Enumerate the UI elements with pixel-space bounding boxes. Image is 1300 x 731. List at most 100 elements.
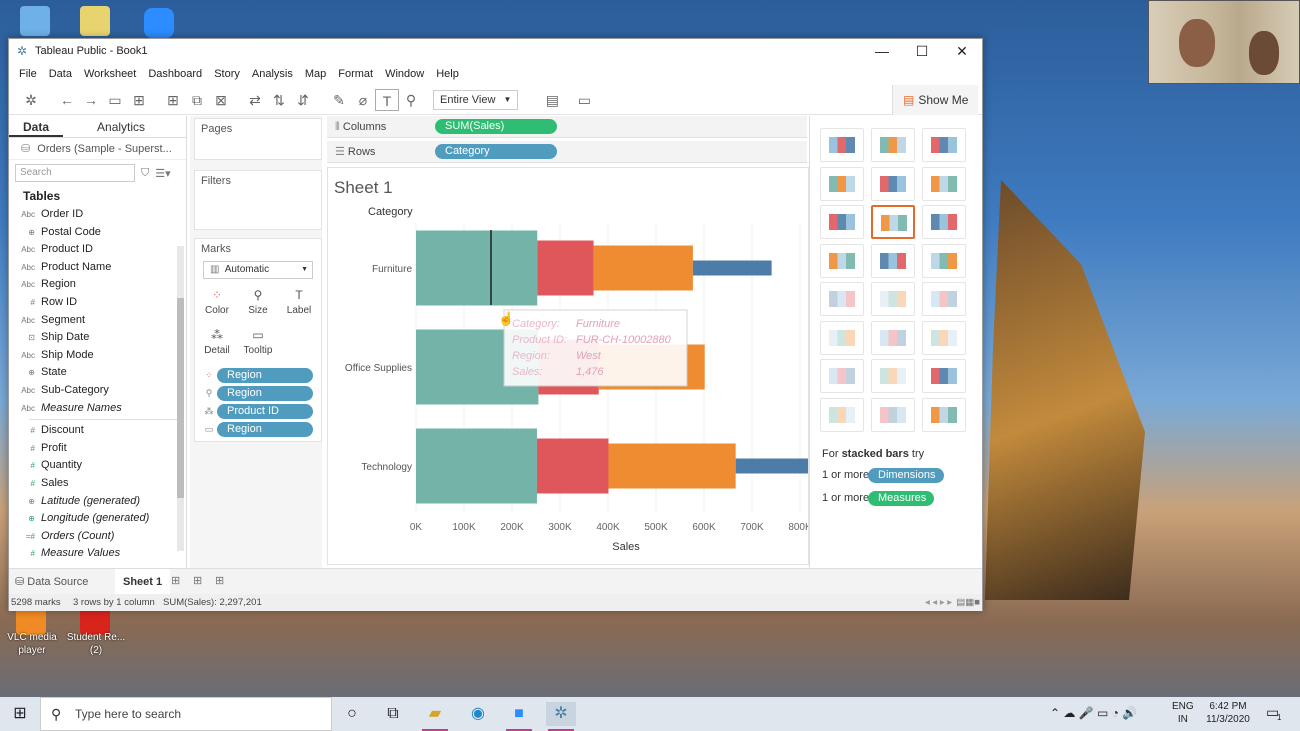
- menu-dashboard[interactable]: Dashboard: [142, 68, 208, 80]
- file-explorer-icon[interactable]: ▰: [420, 702, 450, 731]
- data-pane-scrollbar[interactable]: [177, 246, 184, 551]
- zoom-desktop-icon[interactable]: [144, 8, 174, 38]
- dimension-field[interactable]: ⊕ State: [9, 364, 186, 382]
- view-options-icon[interactable]: ☰▾: [155, 167, 170, 180]
- edge-browser-icon[interactable]: ◉: [463, 702, 493, 726]
- filter-icon[interactable]: ⛉: [141, 167, 149, 180]
- dimension-field[interactable]: Abc Product Name: [9, 259, 186, 277]
- chart-type-option[interactable]: [820, 128, 864, 162]
- new-story-tab-icon[interactable]: ⊞: [215, 574, 224, 587]
- filters-card[interactable]: Filters: [194, 170, 322, 230]
- language-indicator[interactable]: ENG IN: [1172, 700, 1194, 726]
- measure-field[interactable]: =# Orders (Count): [9, 528, 186, 546]
- dimension-field[interactable]: Abc Ship Mode: [9, 347, 186, 365]
- measure-field[interactable]: # Discount: [9, 422, 186, 440]
- close-button[interactable]: ✕: [942, 39, 982, 63]
- chart-type-option[interactable]: [922, 166, 966, 201]
- measure-field[interactable]: # Sales: [9, 475, 186, 493]
- chart-type-option[interactable]: [820, 166, 864, 201]
- pin-icon[interactable]: ⚲: [399, 89, 423, 111]
- new-worksheet-tab-icon[interactable]: ⊞: [171, 574, 180, 587]
- measure-field[interactable]: ⊕ Longitude (generated): [9, 510, 186, 528]
- rows-shelf[interactable]: ☰ Rows Category: [327, 141, 807, 163]
- color-button[interactable]: ⁘ Color: [199, 285, 235, 323]
- chart-type-option[interactable]: [820, 397, 864, 432]
- mark-type-dropdown[interactable]: ▥ Automatic ▼: [203, 261, 313, 279]
- dimension-field[interactable]: ⊡ Ship Date: [9, 329, 186, 347]
- system-tray-icons[interactable]: ⌃ ☁ 🎤 ▭ ◔ 🔊: [1050, 706, 1137, 720]
- show-labels-icon[interactable]: T: [375, 88, 399, 111]
- chart-type-option[interactable]: [871, 243, 915, 278]
- color-region-pill[interactable]: Region: [217, 368, 313, 383]
- scrollbar-thumb[interactable]: [177, 298, 184, 498]
- redo-icon[interactable]: →: [79, 89, 103, 111]
- datasource-item[interactable]: ⛁ Orders (Sample - Superst...: [9, 138, 186, 160]
- pages-card[interactable]: Pages: [194, 118, 322, 160]
- bar-segment[interactable]: [416, 428, 537, 504]
- chart-type-option[interactable]: [871, 320, 915, 355]
- duplicate-sheet-icon[interactable]: ⧉: [185, 89, 209, 111]
- windows-start-icon[interactable]: ⊞: [5, 702, 35, 726]
- tab-analytics[interactable]: Analytics: [63, 116, 159, 137]
- chart-type-option[interactable]: [820, 205, 864, 239]
- task-view-icon[interactable]: ⧉: [378, 702, 408, 726]
- columns-shelf[interactable]: ⦀ Columns SUM(Sales): [327, 116, 807, 138]
- undo-icon[interactable]: ←: [55, 89, 79, 111]
- tableau-taskbar-icon[interactable]: ✲: [546, 702, 576, 731]
- dimension-field[interactable]: Abc Region: [9, 276, 186, 294]
- tooltip-region-pill[interactable]: Region: [217, 422, 313, 437]
- sheet1-tab[interactable]: Sheet 1: [115, 569, 171, 595]
- menu-worksheet[interactable]: Worksheet: [78, 68, 142, 80]
- chart-type-option[interactable]: [922, 128, 966, 162]
- new-worksheet-icon[interactable]: ⊞: [161, 89, 185, 111]
- sort-ascending-icon[interactable]: ⇅: [267, 89, 291, 111]
- file-desktop-icon[interactable]: [80, 6, 110, 36]
- menu-help[interactable]: Help: [430, 68, 465, 80]
- menu-analysis[interactable]: Analysis: [246, 68, 299, 80]
- dimension-field[interactable]: Abc Measure Names: [9, 400, 186, 418]
- bar-segment[interactable]: [537, 240, 594, 296]
- menu-file[interactable]: File: [13, 68, 43, 80]
- data-source-tab[interactable]: ⛁ Data Source: [15, 575, 88, 588]
- dimension-field[interactable]: Abc Sub-Category: [9, 382, 186, 400]
- chart-type-option[interactable]: [922, 205, 966, 239]
- sum-sales-pill[interactable]: SUM(Sales): [435, 119, 557, 134]
- new-dashboard-tab-icon[interactable]: ⊞: [193, 574, 202, 587]
- measure-field[interactable]: ⊕ Latitude (generated): [9, 493, 186, 511]
- zoom-taskbar-icon[interactable]: ■: [504, 702, 534, 731]
- clear-sheet-icon[interactable]: ⊠: [209, 89, 233, 111]
- size-region-pill[interactable]: Region: [217, 386, 313, 401]
- dimension-field[interactable]: Abc Product ID: [9, 241, 186, 259]
- swap-icon[interactable]: ⇄: [243, 89, 267, 111]
- dimension-field[interactable]: Abc Order ID: [9, 206, 186, 224]
- measure-field[interactable]: # Quantity: [9, 457, 186, 475]
- taskbar-search[interactable]: ⚲ Type here to search: [40, 697, 332, 731]
- chart-type-option[interactable]: [871, 128, 915, 162]
- chart-type-option[interactable]: [922, 397, 966, 432]
- chart-type-option[interactable]: [871, 359, 915, 393]
- computer-desktop-icon[interactable]: [20, 6, 50, 36]
- bar-segment[interactable]: [692, 260, 772, 276]
- chart-type-option[interactable]: [820, 243, 864, 278]
- chart-type-option[interactable]: [820, 359, 864, 393]
- group-icon[interactable]: ⌀: [351, 89, 375, 111]
- new-datasource-icon[interactable]: ⊞: [127, 89, 151, 111]
- chart-type-option[interactable]: [871, 282, 915, 316]
- bar-segment[interactable]: [735, 458, 808, 474]
- chart-type-option[interactable]: [871, 205, 915, 239]
- tooltip-button[interactable]: ▭ Tooltip: [240, 325, 276, 363]
- bar-segment[interactable]: [593, 245, 693, 291]
- minimize-button[interactable]: —: [862, 39, 902, 63]
- show-cards-icon[interactable]: ▤: [540, 89, 564, 111]
- measure-field[interactable]: # Profit: [9, 440, 186, 458]
- dimension-field[interactable]: Abc Segment: [9, 312, 186, 330]
- dimension-field[interactable]: ⊕ Postal Code: [9, 224, 186, 242]
- menu-data[interactable]: Data: [43, 68, 78, 80]
- highlight-icon[interactable]: ✎: [327, 89, 351, 111]
- tableau-home-icon[interactable]: ✲: [19, 89, 43, 111]
- menu-format[interactable]: Format: [332, 68, 379, 80]
- measure-field[interactable]: # Measure Values: [9, 545, 186, 563]
- detail-button[interactable]: ⁂ Detail: [199, 325, 235, 363]
- chart-type-option[interactable]: [922, 282, 966, 316]
- chart-type-option[interactable]: [871, 397, 915, 432]
